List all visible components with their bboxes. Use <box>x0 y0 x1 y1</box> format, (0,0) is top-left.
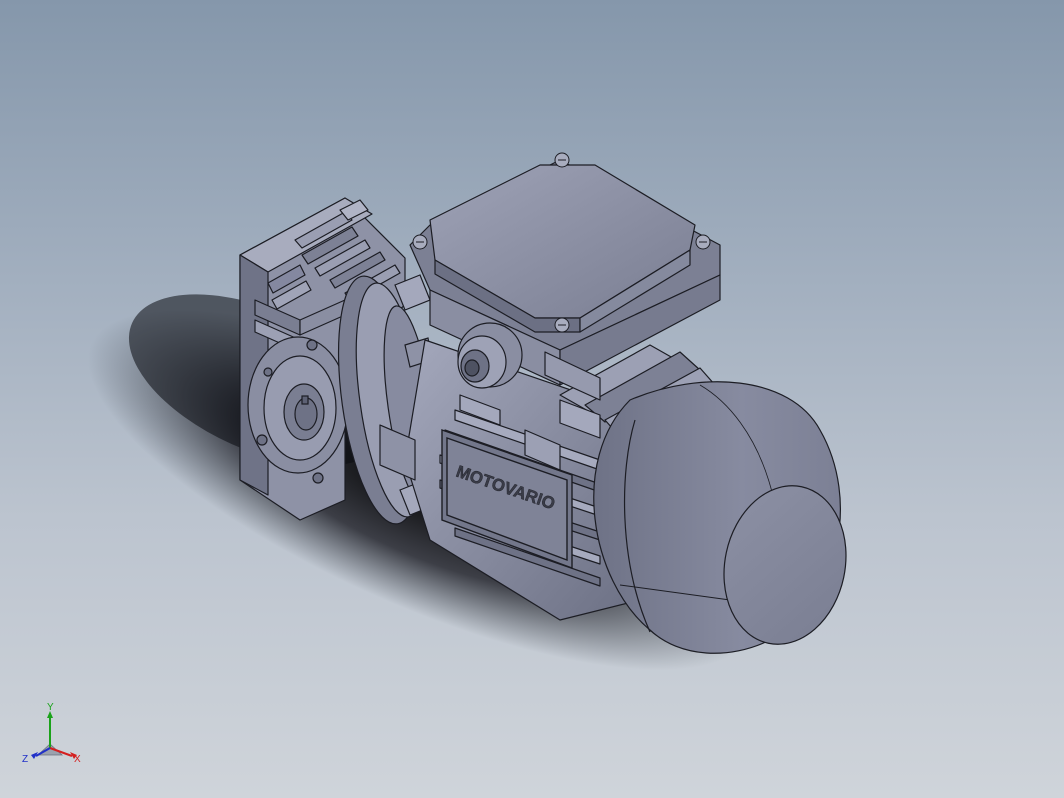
y-axis-label: Y <box>47 702 54 713</box>
orientation-triad: Y X Z <box>22 702 81 765</box>
cable-gland[interactable] <box>457 322 523 389</box>
graphics-viewport[interactable]: MOTOVARIO Y X Z <box>0 0 1064 798</box>
gearmotor-model[interactable]: MOTOVARIO <box>0 0 1064 798</box>
x-axis-label: X <box>74 754 81 765</box>
z-axis-label: Z <box>22 754 28 765</box>
